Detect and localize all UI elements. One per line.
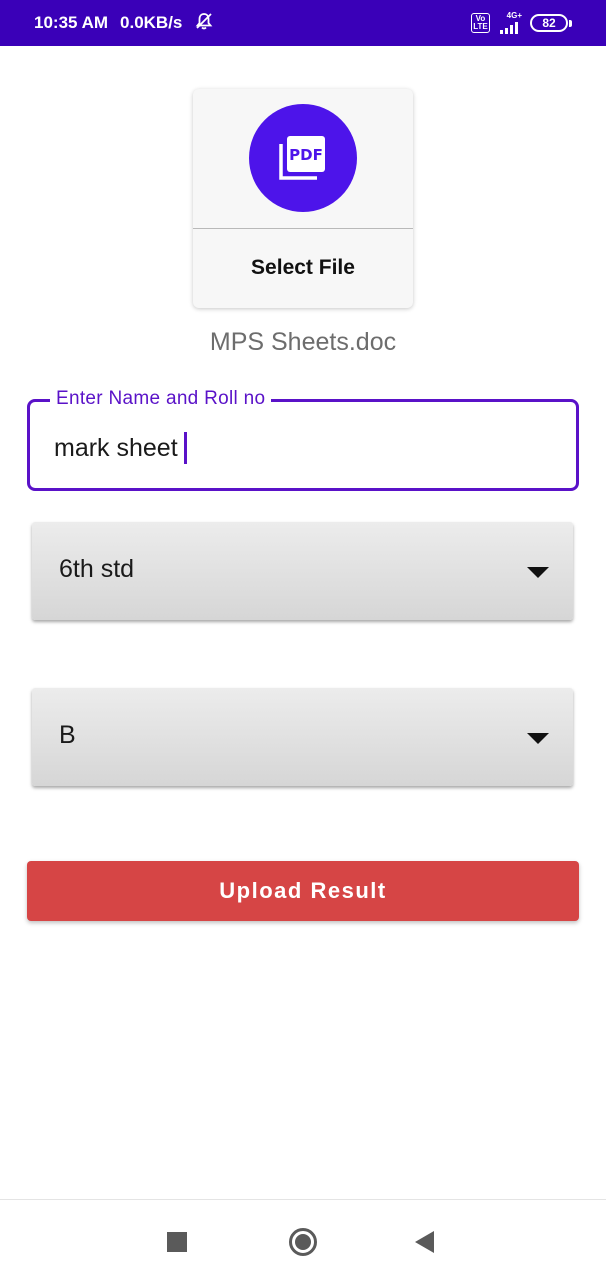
name-roll-input[interactable]: Enter Name and Roll no mark sheet (27, 388, 579, 491)
selected-file-name: MPS Sheets.doc (209, 328, 397, 356)
back-triangle-icon (414, 1231, 434, 1253)
upload-result-button[interactable]: Upload Result (27, 861, 579, 921)
division-dropdown[interactable]: B (32, 688, 573, 786)
chevron-down-icon (527, 733, 549, 744)
pdf-icon: PDF (249, 104, 357, 212)
recents-button[interactable] (155, 1220, 199, 1264)
battery-level: 82 (530, 14, 568, 32)
signal-icon: 4G+ (498, 12, 522, 34)
pdf-icon-text: PDF (289, 146, 323, 164)
select-file-label: Select File (251, 256, 355, 279)
standard-dropdown[interactable]: 6th std (32, 522, 573, 620)
home-circle-icon (289, 1228, 317, 1256)
status-left: 10:35 AM 0.0KB/s (34, 11, 214, 36)
select-file-card[interactable]: PDF Select File (193, 89, 413, 308)
status-bar: 10:35 AM 0.0KB/s Vo LTE 4G+ 82 (0, 0, 606, 46)
home-button[interactable] (281, 1220, 325, 1264)
network-type: 4G+ (506, 11, 522, 20)
home-circle-inner (295, 1234, 311, 1250)
name-roll-value: mark sheet (54, 433, 178, 462)
recents-square-icon (167, 1232, 187, 1252)
name-roll-value-wrap: mark sheet (54, 432, 187, 464)
volte-icon: Vo LTE (471, 13, 490, 33)
battery-icon: 82 (530, 14, 572, 32)
status-time: 10:35 AM (34, 13, 109, 32)
standard-selected: 6th std (59, 555, 135, 583)
name-roll-label: Enter Name and Roll no (50, 388, 272, 410)
status-right: Vo LTE 4G+ 82 (471, 12, 572, 34)
back-button[interactable] (402, 1220, 446, 1264)
bell-off-icon (194, 11, 214, 36)
text-caret (183, 432, 187, 464)
pdf-icon-area: PDF (193, 89, 413, 229)
app-screen: 10:35 AM 0.0KB/s Vo LTE 4G+ 82 PDF Selec… (0, 0, 606, 1280)
battery-tip (569, 19, 572, 27)
division-selected: B (59, 721, 76, 749)
network-speed: 0.0KB/s (120, 13, 183, 32)
system-nav-bar (0, 1199, 606, 1280)
chevron-down-icon (527, 567, 549, 578)
